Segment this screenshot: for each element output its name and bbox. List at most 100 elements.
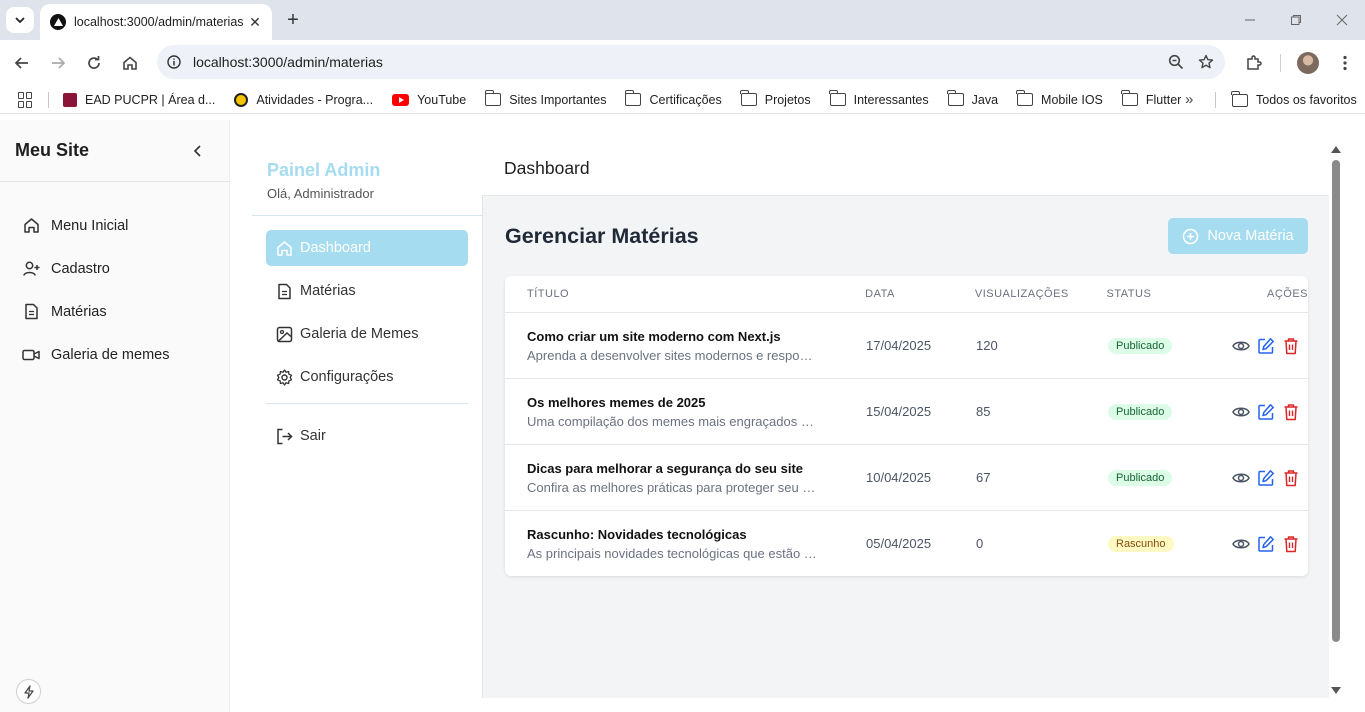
article-title: Rascunho: Novidades tecnológicas xyxy=(527,526,747,542)
article-description: Confira as melhores práticas para proteg… xyxy=(527,479,817,495)
site-info-icon[interactable] xyxy=(165,53,183,71)
close-window-button[interactable] xyxy=(1319,0,1365,40)
profile-avatar[interactable] xyxy=(1297,52,1319,74)
star-icon[interactable] xyxy=(1191,47,1221,77)
cell-status: Publicado xyxy=(1108,337,1198,354)
site-nav-label: Menu Inicial xyxy=(51,217,129,234)
bookmark-atividades[interactable]: Atividades - Progra... xyxy=(234,92,373,107)
bookmark-label: Interessantes xyxy=(853,92,929,107)
minimize-button[interactable] xyxy=(1227,0,1273,40)
view-icon[interactable] xyxy=(1231,402,1250,421)
delete-icon[interactable] xyxy=(1281,402,1300,421)
bookmark-java[interactable]: Java xyxy=(947,90,998,107)
row-actions xyxy=(1198,336,1300,355)
bookmark-sites-importantes[interactable]: Sites Importantes xyxy=(484,90,607,107)
cell-status: Publicado xyxy=(1108,403,1198,420)
file-text-icon xyxy=(275,282,293,300)
bookmark-label: Projetos xyxy=(764,92,811,107)
chevron-down-icon xyxy=(15,17,25,24)
browser-tab[interactable]: localhost:3000/admin/materias ✕ xyxy=(40,4,272,40)
bookmark-label: Flutter xyxy=(1145,92,1182,107)
article-title: Como criar um site moderno com Next.js xyxy=(527,328,781,344)
delete-icon[interactable] xyxy=(1281,468,1300,487)
admin-nav-materias[interactable]: Matérias xyxy=(266,273,468,309)
delete-icon[interactable] xyxy=(1281,534,1300,553)
edit-icon[interactable] xyxy=(1256,402,1275,421)
zoom-icon[interactable] xyxy=(1161,47,1191,77)
admin-nav-galeria[interactable]: Galeria de Memes xyxy=(266,316,468,352)
scroll-down-arrow[interactable] xyxy=(1331,687,1341,694)
all-bookmarks[interactable]: Todos os favoritos xyxy=(1231,86,1357,114)
site-nav-menu-inicial[interactable]: Menu Inicial xyxy=(0,204,229,247)
home-icon xyxy=(275,239,293,257)
site-nav-materias[interactable]: Matérias xyxy=(0,290,229,333)
bookmark-youtube[interactable]: YouTube xyxy=(392,93,466,107)
apps-icon[interactable] xyxy=(18,91,34,108)
forward-button[interactable] xyxy=(45,50,71,76)
view-icon[interactable] xyxy=(1231,336,1250,355)
bookmark-mobile-ios[interactable]: Mobile IOS xyxy=(1016,90,1103,107)
chevron-double-right-icon[interactable]: » xyxy=(1185,91,1193,108)
extensions-button[interactable] xyxy=(1241,50,1267,76)
puzzle-icon xyxy=(1247,55,1262,70)
bookmark-interessantes[interactable]: Interessantes xyxy=(828,90,929,107)
bookmark-label: Sites Importantes xyxy=(509,92,607,107)
article-description: Uma compilação dos memes mais engraçados… xyxy=(527,413,817,429)
scroll-up-arrow[interactable] xyxy=(1331,146,1341,153)
column-header-views: VISUALIZAÇÕES xyxy=(974,288,1069,300)
admin-header: Painel Admin Olá, Administrador xyxy=(252,120,482,216)
edit-icon[interactable] xyxy=(1256,336,1275,355)
page-scrollbar[interactable] xyxy=(1329,144,1343,698)
video-icon xyxy=(22,346,40,364)
site-nav-galeria[interactable]: Galeria de memes xyxy=(0,333,229,376)
site-nav-cadastro[interactable]: Cadastro xyxy=(0,247,229,290)
image-icon xyxy=(275,325,293,343)
file-text-icon xyxy=(22,303,40,321)
folder-icon xyxy=(740,90,757,106)
toolbar-divider xyxy=(1280,54,1281,72)
address-bar[interactable]: localhost:3000/admin/materias xyxy=(157,45,1225,79)
browser-tabstrip: localhost:3000/admin/materias ✕ + xyxy=(0,0,1365,40)
logout-icon xyxy=(275,427,293,445)
site-nav-label: Matérias xyxy=(51,303,107,320)
logout-button[interactable]: Sair xyxy=(266,418,468,454)
bookmark-label: Certificações xyxy=(649,92,722,107)
bookmark-ead-pucpr[interactable]: EAD PUCPR | Área d... xyxy=(63,92,215,107)
reload-button[interactable] xyxy=(81,50,107,76)
bookmark-label: YouTube xyxy=(417,92,467,107)
dev-tools-button[interactable] xyxy=(16,679,41,704)
admin-nav-dashboard[interactable]: Dashboard xyxy=(266,230,468,266)
browser-menu-button[interactable] xyxy=(1332,50,1358,76)
close-icon[interactable]: ✕ xyxy=(246,13,264,31)
bookmark-flutter[interactable]: Flutter xyxy=(1121,90,1182,107)
admin-nav-configuracoes[interactable]: Configurações xyxy=(266,359,468,395)
edit-icon[interactable] xyxy=(1256,468,1275,487)
new-tab-button[interactable]: + xyxy=(282,9,304,31)
site-header: Meu Site xyxy=(0,120,229,182)
collapse-sidebar-button[interactable] xyxy=(189,142,207,160)
admin-sidebar: Painel Admin Olá, Administrador Dashboar… xyxy=(252,120,482,698)
article-title: Os melhores memes de 2025 xyxy=(527,394,706,410)
folder-icon xyxy=(484,90,502,106)
logout-label: Sair xyxy=(300,428,326,444)
home-button[interactable] xyxy=(117,50,143,76)
column-header-status: STATUS xyxy=(1106,288,1152,300)
tab-search-button[interactable] xyxy=(6,7,34,33)
articles-table: TÍTULO DATA VISUALIZAÇÕES STATUS AÇÕES C… xyxy=(505,276,1308,576)
restore-button[interactable] xyxy=(1273,0,1319,40)
bookmark-projetos[interactable]: Projetos xyxy=(740,90,811,107)
status-badge: Rascunho xyxy=(1108,536,1174,552)
bookmark-certificacoes[interactable]: Certificações xyxy=(624,90,722,107)
column-header-actions: AÇÕES xyxy=(1266,288,1308,300)
view-icon[interactable] xyxy=(1231,468,1250,487)
scrollbar-thumb[interactable] xyxy=(1332,160,1340,642)
folder-icon xyxy=(828,90,846,106)
new-article-button[interactable]: Nova Matéria xyxy=(1168,218,1308,254)
topbar-title: Dashboard xyxy=(504,158,590,178)
edit-icon[interactable] xyxy=(1256,534,1275,553)
more-vertical-icon xyxy=(1343,55,1347,71)
view-icon[interactable] xyxy=(1231,534,1250,553)
back-button[interactable] xyxy=(9,50,35,76)
main-content: Gerenciar Matérias Nova Matéria TÍTULO D… xyxy=(482,196,1329,698)
delete-icon[interactable] xyxy=(1281,336,1300,355)
